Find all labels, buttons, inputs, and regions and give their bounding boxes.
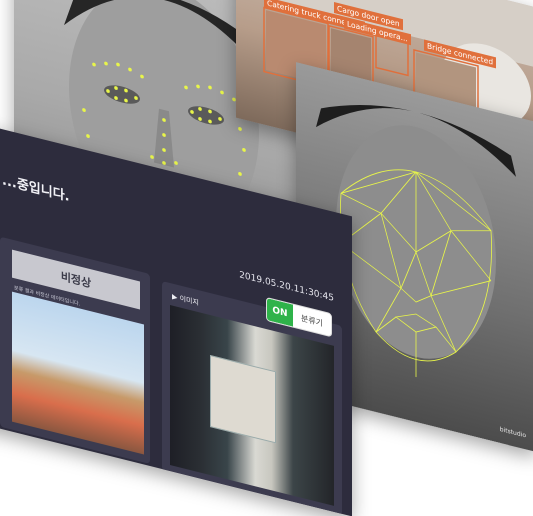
timestamp: 2019.05.20.11:30:45 (239, 270, 334, 304)
toggle-label: 분류기 (300, 313, 324, 328)
camera-feed (170, 304, 334, 506)
toggle-on-state[interactable]: ON (267, 298, 293, 327)
camera-object (210, 354, 276, 444)
image-panel: ▶ 이미지 ON 분류기 (162, 281, 342, 516)
dashboard-title: ...중입니다. (2, 173, 70, 205)
result-panel: 비정상 분류 결과 비정상 데이터입니다. (0, 236, 150, 465)
